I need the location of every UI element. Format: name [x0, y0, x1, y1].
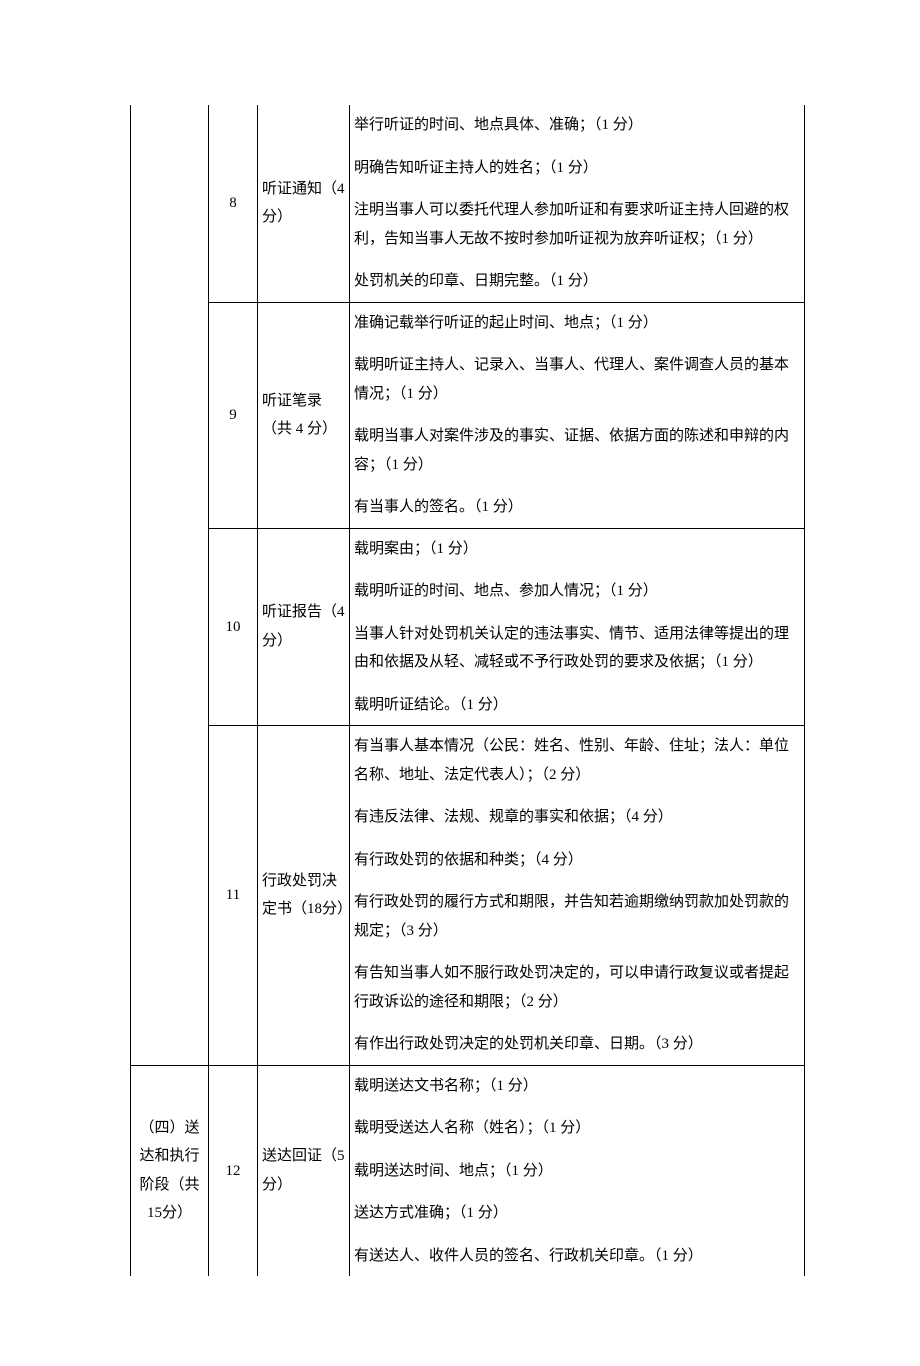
detail-cell: 举行听证的时间、地点具体、准确；（1 分） 明确告知听证主持人的姓名；（1 分） 注…	[350, 105, 805, 302]
detail-cell: 载明送达文书名称；（1 分） 载明受送达人名称（姓名）；（1 分） 载明送达时间、地…	[350, 1065, 805, 1276]
table-row: （四）送达和执行阶段（共 15分）12送达回证（5 分）载明送达文书名称；（1 …	[131, 1065, 805, 1276]
item-name: 听证报告（4 分）	[258, 528, 350, 726]
detail-line: 有告知当事人如不服行政处罚决定的，可以申请行政复议或者提起行政诉讼的途径和期限；…	[354, 959, 800, 1016]
detail-line: 注明当事人可以委托代理人参加听证和有要求听证主持人回避的权利，告知当事人无故不按…	[354, 196, 800, 253]
row-number: 10	[209, 528, 258, 726]
row-number: 11	[209, 726, 258, 1066]
item-name: 行政处罚决定书（18分）	[258, 726, 350, 1066]
detail-line: 处罚机关的印章、日期完整。（1 分）	[354, 267, 800, 296]
row-number-value: 9	[229, 407, 237, 423]
detail-line: 有行政处罚的依据和种类；（4 分）	[354, 846, 800, 875]
section-cell: （四）送达和执行阶段（共 15分）	[131, 1065, 209, 1276]
detail-line: 送达方式准确；（1 分）	[354, 1199, 800, 1228]
detail-line: 明确告知听证主持人的姓名；（1 分）	[354, 154, 800, 183]
table-row: 9 听证笔录（共 4 分） 准确记载举行听证的起止时间、地点；（1 分） 载明听证主持…	[131, 302, 805, 528]
table-row: 10 听证报告（4 分） 载明案由；（1 分） 载明听证的时间、地点、参加人情况；（1…	[131, 528, 805, 726]
detail-line: 有送达人、收件人员的签名、行政机关印章。（1 分）	[354, 1242, 800, 1271]
detail-line: 载明送达时间、地点；（1 分）	[354, 1157, 800, 1186]
detail-line: 载明受送达人名称（姓名）；（1 分）	[354, 1114, 800, 1143]
section-label: （四）送达和执行阶段（共 15分）	[139, 1120, 199, 1222]
table-row: 8 听证通知（4 分） 举行听证的时间、地点具体、准确；（1 分） 明确告知听证主持人…	[131, 105, 805, 302]
detail-line: 有当事人的签名。（1 分）	[354, 493, 800, 522]
row-number: 8	[209, 105, 258, 302]
item-name-value: 听证报告（4 分）	[262, 604, 345, 649]
row-number: 12	[209, 1065, 258, 1276]
detail-cell: 载明案由；（1 分） 载明听证的时间、地点、参加人情况；（1 分） 当事人针对处罚机…	[350, 528, 805, 726]
row-number: 9	[209, 302, 258, 528]
item-name-value: 行政处罚决定书（18分）	[262, 873, 352, 918]
item-name: 送达回证（5 分）	[258, 1065, 350, 1276]
document-page: 8 听证通知（4 分） 举行听证的时间、地点具体、准确；（1 分） 明确告知听证主持人…	[0, 0, 920, 1366]
detail-line: 载明案由；（1 分）	[354, 535, 800, 564]
detail-line: 载明送达文书名称；（1 分）	[354, 1072, 800, 1101]
item-name: 听证笔录（共 4 分）	[258, 302, 350, 528]
detail-line: 载明听证结论。（1 分）	[354, 691, 800, 720]
detail-line: 有作出行政处罚决定的处罚机关印章、日期。（3 分）	[354, 1030, 800, 1059]
item-name-value: 听证通知（4 分）	[262, 181, 345, 226]
detail-line: 当事人针对处罚机关认定的违法事实、情节、适用法律等提出的理由和依据及从轻、减轻或…	[354, 620, 800, 677]
row-number-value: 8	[229, 195, 237, 211]
detail-line: 载明当事人对案件涉及的事实、证据、依据方面的陈述和申辩的内容；（1 分）	[354, 422, 800, 479]
detail-line: 载明听证的时间、地点、参加人情况；（1 分）	[354, 577, 800, 606]
row-number-value: 10	[226, 619, 241, 635]
section-cell	[131, 105, 209, 1065]
table-row: 11 行政处罚决定书（18分） 有当事人基本情况（公民：姓名、性别、年龄、住址；法人…	[131, 726, 805, 1066]
scoring-table: 8 听证通知（4 分） 举行听证的时间、地点具体、准确；（1 分） 明确告知听证主持人…	[130, 105, 805, 1276]
item-name-value: 送达回证（5 分）	[262, 1148, 345, 1193]
item-name-value: 听证笔录（共 4 分）	[262, 393, 337, 438]
detail-line: 准确记载举行听证的起止时间、地点；（1 分）	[354, 309, 800, 338]
detail-line: 有违反法律、法规、规章的事实和依据；（4 分）	[354, 803, 800, 832]
detail-cell: 有当事人基本情况（公民：姓名、性别、年龄、住址；法人：单位名称、地址、法定代表人…	[350, 726, 805, 1066]
detail-line: 有行政处罚的履行方式和期限，并告知若逾期缴纳罚款加处罚款的规定；（3 分）	[354, 888, 800, 945]
detail-line: 有当事人基本情况（公民：姓名、性别、年龄、住址；法人：单位名称、地址、法定代表人…	[354, 732, 800, 789]
row-number-value: 11	[226, 887, 240, 903]
detail-line: 举行听证的时间、地点具体、准确；（1 分）	[354, 111, 800, 140]
row-number-value: 12	[226, 1163, 241, 1179]
item-name: 听证通知（4 分）	[258, 105, 350, 302]
detail-line: 载明听证主持人、记录入、当事人、代理人、案件调查人员的基本情况；（1 分）	[354, 351, 800, 408]
detail-cell: 准确记载举行听证的起止时间、地点；（1 分） 载明听证主持人、记录入、当事人、代理…	[350, 302, 805, 528]
